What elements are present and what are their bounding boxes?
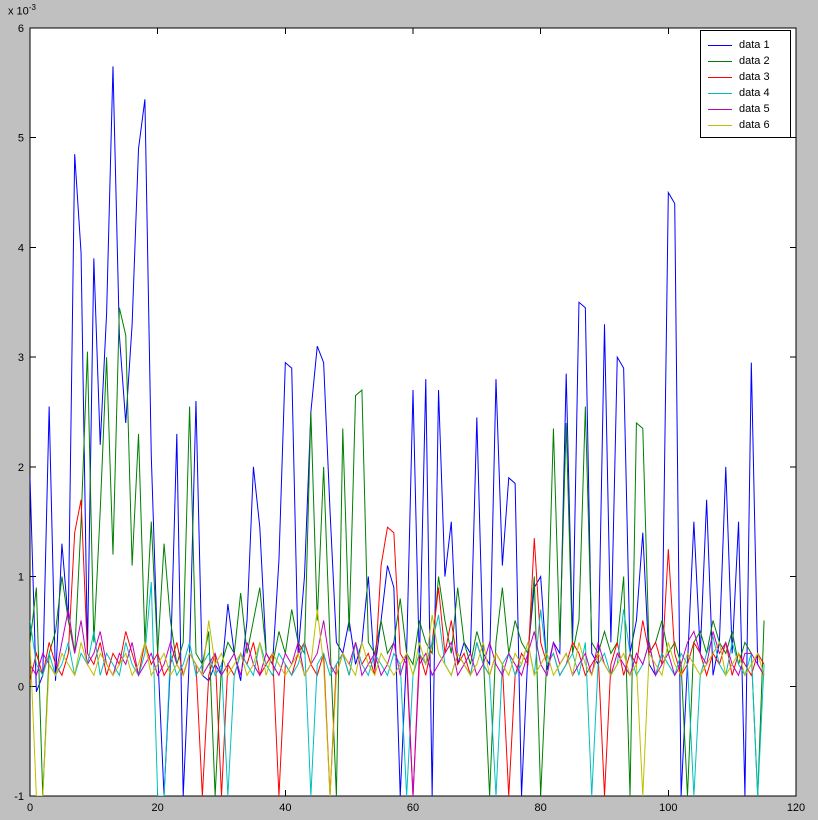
- x-axis-tick-label: 40: [279, 802, 291, 814]
- y-axis-tick-label: -1: [14, 791, 24, 803]
- y-axis-tick-label: 2: [18, 462, 24, 474]
- x-axis-tick-label: 20: [152, 802, 164, 814]
- exponent-power: -3: [29, 3, 36, 12]
- legend-entry-label: data 5: [739, 103, 770, 115]
- x-axis-tick-label: 120: [787, 802, 805, 814]
- legend-entry: data 6: [708, 117, 790, 133]
- y-axis-tick-label: 0: [18, 681, 24, 693]
- y-axis-exponent-label: x 10-3: [8, 3, 36, 18]
- y-axis-tick-label: 1: [18, 572, 24, 584]
- legend-entry-label: data 2: [739, 55, 770, 67]
- legend-entry: data 1: [708, 37, 790, 53]
- legend-entry: data 5: [708, 101, 790, 117]
- y-axis-tick-label: 5: [18, 133, 24, 145]
- legend-line-sample: [708, 45, 732, 46]
- legend-entry: data 4: [708, 85, 790, 101]
- legend-line-sample: [708, 109, 732, 110]
- x-axis-tick-label: 80: [535, 802, 547, 814]
- legend-line-sample: [708, 61, 732, 62]
- x-axis-tick-label: 0: [27, 802, 33, 814]
- legend-line-sample: [708, 93, 732, 94]
- plot-area: 020406080100120-10123456: [0, 0, 818, 820]
- legend-entry-label: data 4: [739, 87, 770, 99]
- legend-entry-label: data 3: [739, 71, 770, 83]
- legend-line-sample: [708, 125, 732, 126]
- legend-entry: data 3: [708, 69, 790, 85]
- exponent-base: x 10: [8, 6, 29, 18]
- y-axis-tick-label: 3: [18, 352, 24, 364]
- y-axis-tick-label: 6: [18, 23, 24, 35]
- x-axis-tick-label: 60: [407, 802, 419, 814]
- legend-entry-label: data 1: [739, 39, 770, 51]
- figure-canvas: 020406080100120-10123456 x 10-3 data 1da…: [0, 0, 818, 820]
- x-axis-tick-label: 100: [659, 802, 677, 814]
- legend-entry: data 2: [708, 53, 790, 69]
- legend-entry-label: data 6: [739, 119, 770, 131]
- legend: data 1 data 2 data 3 data 4 data 5 data 6: [700, 30, 791, 138]
- y-axis-tick-label: 4: [18, 242, 24, 254]
- legend-line-sample: [708, 77, 732, 78]
